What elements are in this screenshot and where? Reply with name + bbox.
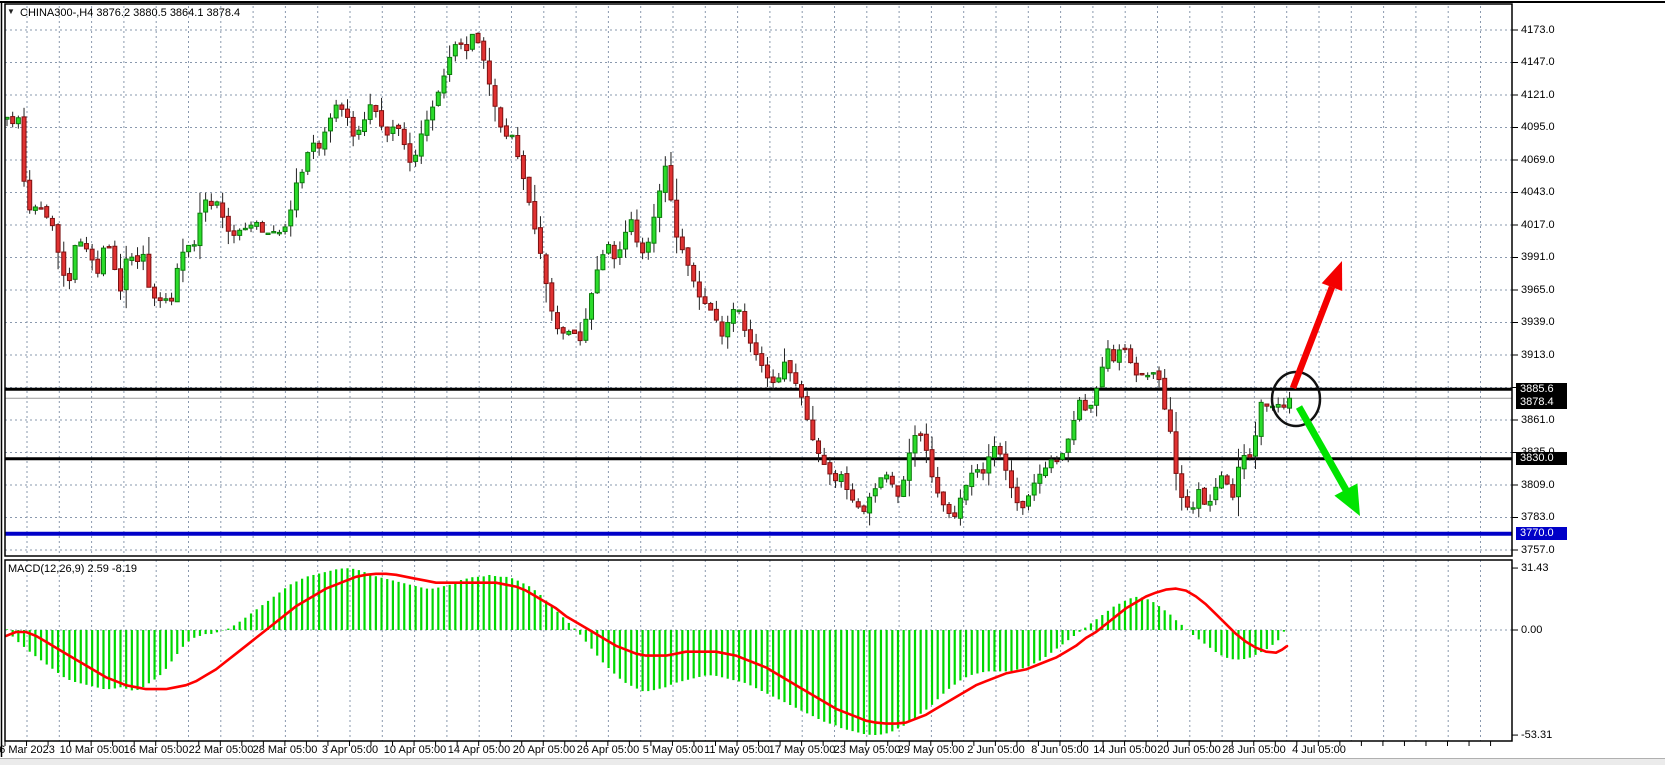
price-tick-label: 3783.0	[1521, 511, 1555, 523]
time-tick-label: 2 Jun 05:00	[967, 744, 1025, 756]
time-tick-label: 22 Mar 05:00	[189, 744, 254, 756]
price-tick-label: 3809.0	[1521, 479, 1555, 491]
time-tick-label: 28 Jun 05:00	[1222, 744, 1286, 756]
price-tick-label: 4147.0	[1521, 56, 1555, 68]
macd-tick-label: 31.43	[1521, 562, 1549, 574]
time-tick-label: 4 Jul 05:00	[1292, 744, 1346, 756]
price-tick-label: 3861.0	[1521, 414, 1555, 426]
price-level-badge: 3830.0	[1516, 452, 1567, 465]
price-tick-label: 4173.0	[1521, 24, 1555, 36]
time-tick-label: 5 May 05:00	[643, 744, 704, 756]
price-tick-label: 4017.0	[1521, 219, 1555, 231]
macd-indicator-label: MACD(12,26,9) 2.59 -8.19	[8, 563, 137, 576]
time-tick-label: 20 Apr 05:00	[513, 744, 575, 756]
time-tick-label: 17 May 05:00	[769, 744, 836, 756]
price-tick-label: 3757.0	[1521, 544, 1555, 556]
price-level-badge: 3878.4	[1516, 396, 1567, 409]
time-tick-label: 14 Jun 05:00	[1093, 744, 1157, 756]
time-tick-label: 28 Mar 05:00	[253, 744, 318, 756]
price-tick-label: 3913.0	[1521, 349, 1555, 361]
chart-window: ▼ CHINA300-,H4 3876.2 3880.5 3864.1 3878…	[0, 0, 1665, 765]
chart-canvas[interactable]	[0, 0, 1665, 765]
time-tick-label: 6 Mar 2023	[0, 744, 55, 756]
time-tick-label: 29 May 05:00	[898, 744, 965, 756]
time-tick-label: 14 Apr 05:00	[448, 744, 510, 756]
price-level-badge: 3770.0	[1516, 527, 1567, 540]
chart-title-ohlc: CHINA300-,H4 3876.2 3880.5 3864.1 3878.4	[20, 7, 240, 20]
price-tick-label: 3965.0	[1521, 284, 1555, 296]
price-tick-label: 4121.0	[1521, 89, 1555, 101]
price-tick-label: 4069.0	[1521, 154, 1555, 166]
time-tick-label: 23 May 05:00	[834, 744, 901, 756]
time-tick-label: 10 Apr 05:00	[384, 744, 446, 756]
time-tick-label: 10 Mar 05:00	[60, 744, 125, 756]
time-tick-label: 11 May 05:00	[704, 744, 770, 756]
time-tick-label: 20 Jun 05:00	[1157, 744, 1221, 756]
price-tick-label: 4095.0	[1521, 121, 1555, 133]
symbol-dropdown-icon[interactable]: ▼	[7, 7, 15, 16]
time-tick-label: 26 Apr 05:00	[577, 744, 639, 756]
price-tick-label: 3939.0	[1521, 316, 1555, 328]
price-tick-label: 3991.0	[1521, 251, 1555, 263]
time-tick-label: 3 Apr 05:00	[322, 744, 378, 756]
price-level-badge: 3885.6	[1516, 383, 1567, 396]
macd-tick-label: 0.00	[1521, 624, 1542, 636]
macd-tick-label: -53.31	[1521, 729, 1552, 741]
time-tick-label: 16 Mar 05:00	[124, 744, 189, 756]
bottom-strip	[0, 758, 1665, 765]
time-tick-label: 8 Jun 05:00	[1031, 744, 1089, 756]
price-tick-label: 4043.0	[1521, 186, 1555, 198]
